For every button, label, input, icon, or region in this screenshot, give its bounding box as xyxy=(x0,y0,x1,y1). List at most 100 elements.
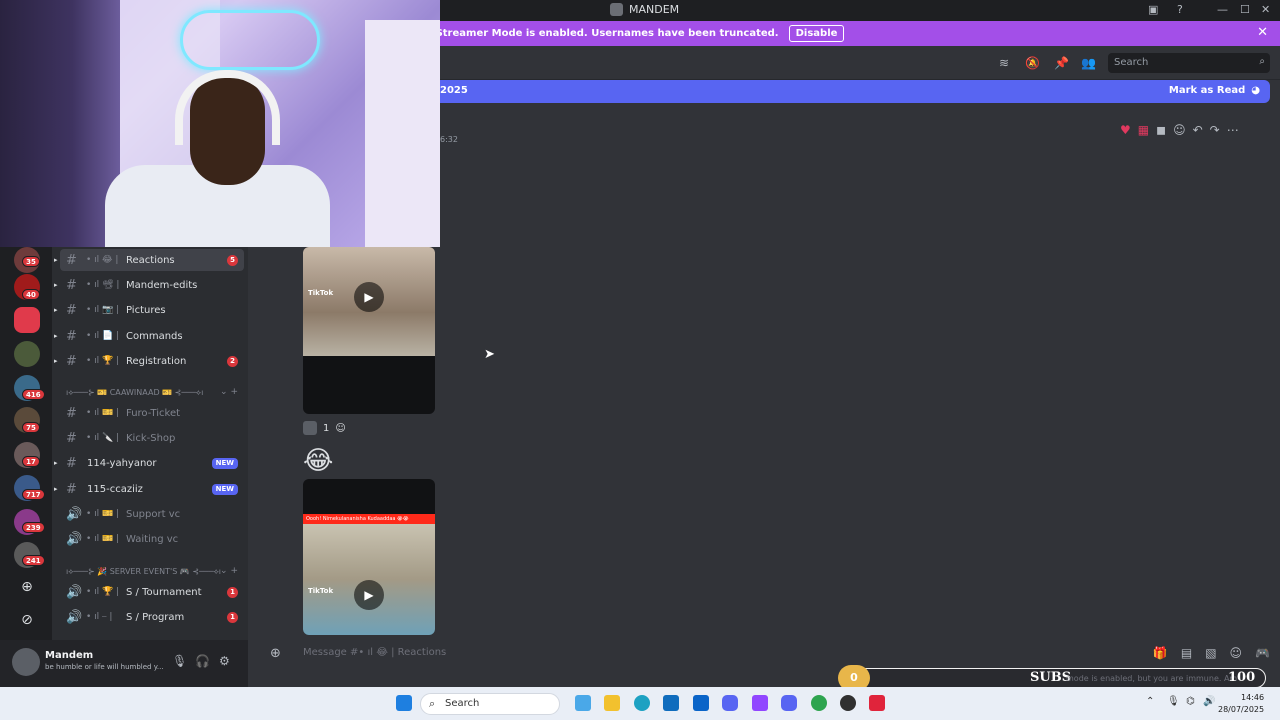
twitch-icon[interactable] xyxy=(752,695,768,711)
category-caawinaad[interactable]: ı⟡───⊱ 🎫 CAAWINAAD 🎫 ⊰───⟡ı xyxy=(66,388,203,398)
sticker-icon[interactable]: ▧ xyxy=(1205,646,1216,660)
hash-icon: # xyxy=(66,302,77,318)
channel-waiting-vc[interactable]: 🔊 • ıl 🎫 | Waiting vc xyxy=(60,528,244,550)
channel-commands[interactable]: ▸ # • ıl 📄 | Commands xyxy=(54,325,244,347)
discover-icon[interactable]: ⊘ xyxy=(14,607,40,633)
member-list-icon[interactable]: 👥 xyxy=(1081,56,1096,70)
hash-icon: # xyxy=(66,353,77,369)
reaction-icon[interactable]: ▦ xyxy=(1138,123,1149,137)
channel-label: S / Tournament xyxy=(126,586,202,598)
emoji-icon[interactable]: ☺ xyxy=(1230,646,1243,660)
gift-icon[interactable]: 🎁 xyxy=(1153,646,1168,660)
disable-streamer-mode-button[interactable]: Disable xyxy=(788,25,845,42)
add-reaction-icon[interactable]: ☺ xyxy=(335,423,345,434)
category-add-icon[interactable]: ⌄ + xyxy=(220,566,238,576)
close-window-button[interactable]: ✕ xyxy=(1261,3,1270,16)
inbox-icon[interactable]: ▣ xyxy=(1148,3,1158,16)
more-icon[interactable]: ⋯ xyxy=(1227,123,1239,137)
play-icon[interactable]: ▶ xyxy=(354,580,384,610)
reply-icon[interactable]: ↶ xyxy=(1193,123,1203,137)
channel-label: Furo-Ticket xyxy=(126,407,181,419)
tray-chevron-icon[interactable]: ⌃ xyxy=(1146,696,1154,707)
message-actions: ♥ ▦ ◼ ☺ ↶ ↷ ⋯ xyxy=(1120,123,1239,137)
close-icon[interactable]: ✕ xyxy=(1257,25,1268,40)
message-input[interactable]: Message #• ıl 😂 | Reactions xyxy=(303,647,446,658)
taskbar-search[interactable]: ⌕ Search xyxy=(420,693,560,715)
apps-icon[interactable]: 🎮 xyxy=(1255,646,1270,660)
threads-icon[interactable]: ≋ xyxy=(997,56,1011,70)
channel-label: Kick-Shop xyxy=(126,432,176,444)
network-icon[interactable]: ⌬ xyxy=(1186,696,1195,707)
server-icon[interactable] xyxy=(14,307,40,333)
user-reaction-icon[interactable]: ◼ xyxy=(1156,123,1166,137)
channel-pictures[interactable]: ▸ # • ıl 📷 | Pictures xyxy=(54,299,244,321)
upload-plus-icon[interactable]: ⊕ xyxy=(270,646,281,661)
headphones-icon[interactable]: 🎧 xyxy=(195,654,210,668)
microphone-tray-icon[interactable]: 🎙 xyxy=(1167,696,1180,707)
channel-prefix: • ıl 🏆 | xyxy=(86,356,120,366)
copilot-icon[interactable] xyxy=(575,695,591,711)
mark-as-read-button[interactable]: Mark as Read ◕ xyxy=(1169,85,1260,96)
channel-tournament[interactable]: 🔊 • ıl 🏆 | S / Tournament 1 xyxy=(60,581,244,603)
avatar[interactable] xyxy=(12,648,40,676)
channel-program[interactable]: 🔊 • ıl ⎯ | S / Program 1 xyxy=(60,606,244,628)
channel-kick-shop[interactable]: # • ıl 🔪 | Kick-Shop xyxy=(60,427,244,449)
reaction-pill[interactable]: 1 ☺ xyxy=(303,421,346,435)
system-clock[interactable]: 14:46 28/07/2025 xyxy=(1218,692,1264,716)
video-attachment-2[interactable]: Oooh! Nimekulananisha Kudaaddaa 😭😭 ▶ Tik… xyxy=(303,479,435,635)
pinned-messages-icon[interactable]: 📌 xyxy=(1054,56,1069,70)
microphone-icon[interactable]: 🎙 xyxy=(172,654,187,668)
search-icon: ⌕ xyxy=(429,697,436,710)
category-add-icon[interactable]: ⌄ + xyxy=(220,387,238,397)
store-icon[interactable] xyxy=(663,695,679,711)
server-logo-icon xyxy=(610,3,623,16)
channel-114-yahyanor[interactable]: ▸ # 114-yahyanor NEW xyxy=(54,452,244,474)
minimize-button[interactable]: — xyxy=(1217,3,1228,16)
discord-icon[interactable] xyxy=(722,695,738,711)
notification-muted-icon[interactable]: 🔕 xyxy=(1025,56,1040,70)
channel-mandem-edits[interactable]: ▸ # • ıl 📽 | Mandem-edits xyxy=(54,274,244,296)
hash-icon: # xyxy=(66,277,77,293)
voice-channel-icon: 🔊 xyxy=(66,584,83,600)
server-icon[interactable] xyxy=(14,341,40,367)
video-caption: Oooh! Nimekulananisha Kudaaddaa 😭😭 xyxy=(303,514,435,524)
play-icon[interactable]: ▶ xyxy=(354,282,384,312)
server-badge: 717 xyxy=(22,489,45,500)
file-explorer-icon[interactable] xyxy=(604,695,620,711)
maximize-button[interactable]: ☐ xyxy=(1240,3,1250,16)
edge-icon[interactable] xyxy=(634,695,650,711)
channel-registration[interactable]: ▸ # • ıl 🏆 | Registration 2 xyxy=(54,350,244,372)
voice-channel-icon: 🔊 xyxy=(66,506,83,522)
channel-furo-ticket[interactable]: # • ıl 🎫 | Furo-Ticket xyxy=(60,402,244,424)
discord-active-icon[interactable] xyxy=(781,695,797,711)
message-composer[interactable]: ⊕ Message #• ıl 😂 | Reactions 🎁 ▤ ▧ ☺ 🎮 xyxy=(257,640,1270,667)
new-messages-bar[interactable]: 2025 Mark as Read ◕ xyxy=(440,80,1270,103)
webcam-overlay xyxy=(0,0,440,247)
category-server-events[interactable]: ı⟡───⊱ 🎉 SERVER EVENT'S 🎮 ⊰───⟡ı xyxy=(66,567,221,577)
volume-icon[interactable]: 🔊 xyxy=(1203,696,1215,707)
obs-icon[interactable] xyxy=(840,695,856,711)
hash-icon: # xyxy=(66,328,77,344)
channel-115-ccaziiz[interactable]: ▸ # 115-ccaziiz NEW xyxy=(54,478,244,500)
add-server-icon[interactable]: ⊕ xyxy=(14,574,40,600)
subs-label: SUBS xyxy=(1030,670,1072,685)
expand-icon: ▸ xyxy=(54,459,58,467)
settings-gear-icon[interactable]: ⚙ xyxy=(219,654,230,668)
search-input[interactable]: Search ⌕ xyxy=(1108,53,1270,73)
voice-channel-icon: 🔊 xyxy=(66,531,83,547)
outlook-icon[interactable] xyxy=(693,695,709,711)
expand-icon: ▸ xyxy=(54,357,58,365)
channel-support-vc[interactable]: 🔊 • ıl 🎫 | Support vc xyxy=(60,503,244,525)
heart-reaction-icon[interactable]: ♥ xyxy=(1120,123,1131,137)
help-icon[interactable]: ? xyxy=(1177,3,1183,16)
windows-start-icon[interactable] xyxy=(396,695,412,711)
add-reaction-icon[interactable]: ☺ xyxy=(1173,123,1186,137)
video-attachment-1[interactable]: ▶ TikTok xyxy=(303,247,435,414)
hash-icon: # xyxy=(66,455,77,471)
taskbar: ⌕ Search ⌃ 🎙 ⌬ 🔊 14:46 28/07/2025 xyxy=(0,687,1280,720)
forward-icon[interactable]: ↷ xyxy=(1210,123,1220,137)
chrome-icon[interactable] xyxy=(811,695,827,711)
record-app-icon[interactable] xyxy=(869,695,885,711)
channel-reactions[interactable]: ▸ # • ıl 😂 | Reactions 5 xyxy=(54,249,244,271)
gif-icon[interactable]: ▤ xyxy=(1181,646,1192,660)
